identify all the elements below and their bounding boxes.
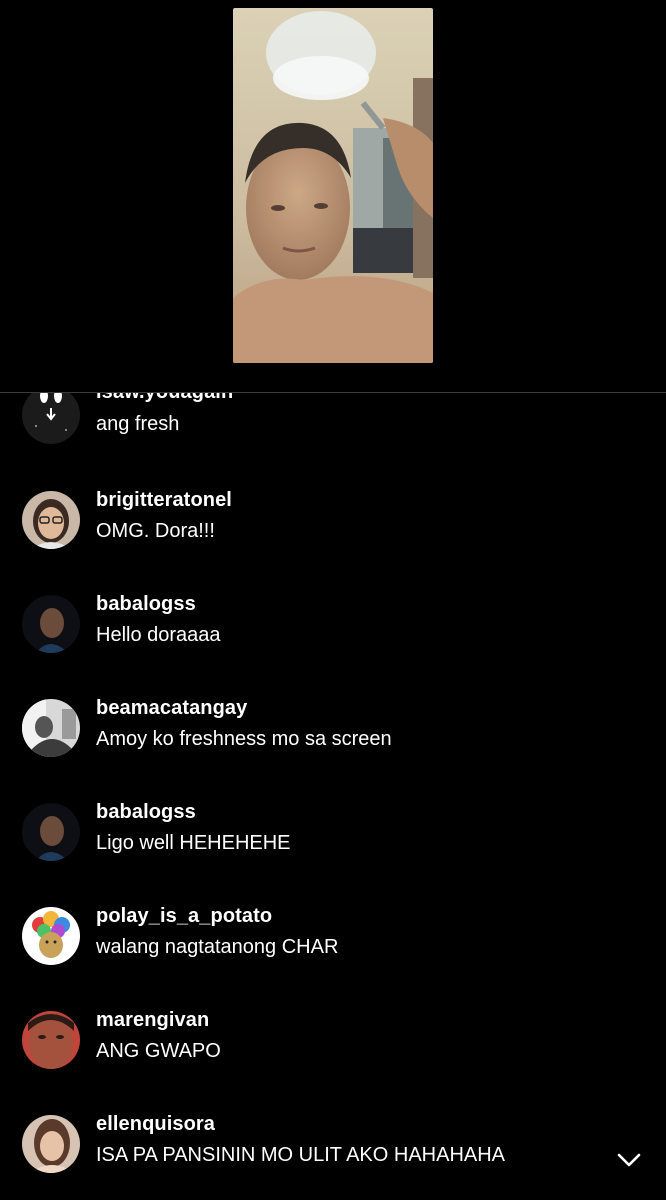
avatar[interactable] — [22, 907, 80, 965]
comment-item: polay_is_a_potato walang nagtatanong CHA… — [0, 905, 666, 975]
live-video-frame[interactable] — [233, 8, 433, 363]
comment-text: ANG GWAPO — [96, 1040, 221, 1062]
avatar[interactable] — [22, 1011, 80, 1069]
avatar[interactable] — [22, 393, 80, 444]
comment-username[interactable]: polay_is_a_potato — [96, 905, 272, 928]
comment-item: ellenquisora ISA PA PANSININ MO ULIT AKO… — [0, 1113, 666, 1183]
comment-text: Amoy ko freshness mo sa screen — [96, 728, 392, 750]
avatar[interactable] — [22, 595, 80, 653]
avatar[interactable] — [22, 491, 80, 549]
avatar[interactable] — [22, 1115, 80, 1173]
video-image — [233, 8, 433, 363]
avatar[interactable] — [22, 803, 80, 861]
comment-username[interactable]: babalogss — [96, 801, 196, 824]
comment-item: brigitteratonel OMG. Dora!!! — [0, 489, 666, 559]
comment-item: babalogss Hello doraaaa — [0, 593, 666, 663]
comment-text: ISA PA PANSININ MO ULIT AKO HAHAHAHA — [96, 1144, 506, 1166]
chevron-down-icon[interactable] — [613, 1145, 645, 1173]
comment-username[interactable]: beamacatangay — [96, 697, 247, 720]
comment-item: babalogss Ligo well HEHEHEHE — [0, 801, 666, 871]
comment-username[interactable]: brigitteratonel — [96, 489, 232, 512]
comment-item: isaw.youagain ang fresh — [0, 393, 666, 456]
comment-username[interactable]: ellenquisora — [96, 1113, 215, 1136]
comment-text: Ligo well HEHEHEHE — [96, 832, 291, 854]
comment-item: beamacatangay Amoy ko freshness mo sa sc… — [0, 697, 666, 767]
comment-item: marengivan ANG GWAPO — [0, 1009, 666, 1079]
comments-list[interactable]: isaw.youagain ang fresh brigitteratonel … — [0, 393, 666, 1200]
comment-username[interactable]: marengivan — [96, 1009, 209, 1032]
comment-username[interactable]: isaw.youagain — [96, 393, 233, 404]
avatar[interactable] — [22, 699, 80, 757]
comment-text: walang nagtatanong CHAR — [96, 936, 339, 958]
comment-username[interactable]: babalogss — [96, 593, 196, 616]
comment-text: Hello doraaaa — [96, 624, 221, 646]
comment-text: OMG. Dora!!! — [96, 520, 215, 542]
comment-text: ang fresh — [96, 413, 180, 435]
